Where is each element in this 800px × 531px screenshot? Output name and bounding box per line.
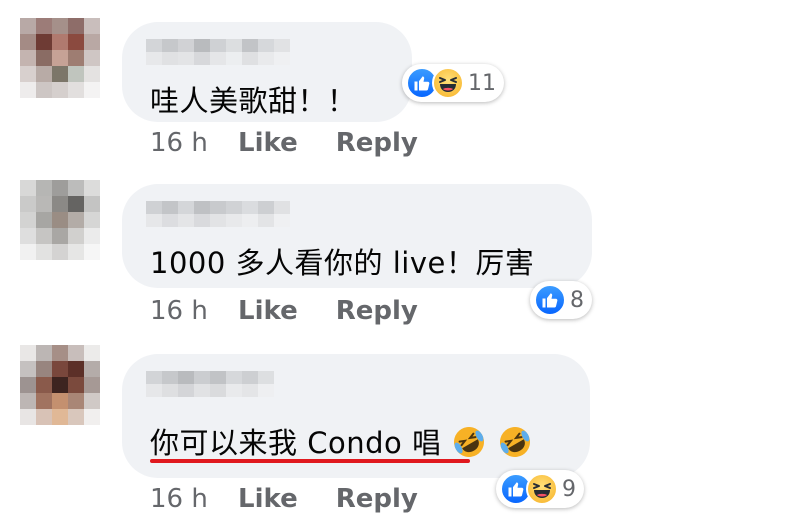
comment-bubble: 你可以来我 Condo 唱 [122, 354, 590, 478]
reaction-summary[interactable]: 8 [530, 281, 592, 319]
rolling-on-floor-laughing-icon [497, 424, 533, 467]
reaction-summary[interactable]: 9 [496, 470, 584, 508]
commenter-name[interactable] [146, 39, 290, 65]
like-icon [534, 284, 566, 316]
timestamp[interactable]: 16 h [150, 484, 238, 514]
avatar[interactable] [20, 180, 100, 260]
timestamp[interactable]: 16 h [150, 296, 238, 326]
reaction-summary[interactable]: 11 [402, 64, 504, 102]
commenter-name[interactable] [146, 371, 274, 397]
like-button[interactable]: Like [238, 128, 298, 158]
comment-text-content: 你可以来我 Condo 唱 [150, 426, 442, 460]
comment-actions: 16 h Like Reply [150, 128, 456, 158]
comment-actions: 16 h Like Reply [150, 484, 456, 514]
timestamp[interactable]: 16 h [150, 128, 238, 158]
text-underline-annotation [150, 459, 470, 463]
avatar[interactable] [20, 18, 100, 98]
avatar[interactable] [20, 345, 100, 425]
reaction-count: 11 [468, 70, 496, 96]
reply-button[interactable]: Reply [336, 128, 418, 158]
reaction-count: 8 [570, 287, 584, 313]
like-button[interactable]: Like [238, 296, 298, 326]
comment-text: 1000 多人看你的 live！厉害 [150, 246, 535, 280]
comment-text: 哇人美歌甜！！ [150, 84, 357, 118]
comment-bubble: 哇人美歌甜！！ [122, 22, 412, 122]
commenter-name[interactable] [146, 201, 290, 227]
reply-button[interactable]: Reply [336, 484, 418, 514]
reaction-count: 9 [562, 476, 576, 502]
reply-button[interactable]: Reply [336, 296, 418, 326]
like-button[interactable]: Like [238, 484, 298, 514]
haha-icon [432, 67, 464, 99]
comment-bubble: 1000 多人看你的 live！厉害 [122, 184, 592, 288]
comment-actions: 16 h Like Reply [150, 296, 456, 326]
haha-icon [526, 473, 558, 505]
